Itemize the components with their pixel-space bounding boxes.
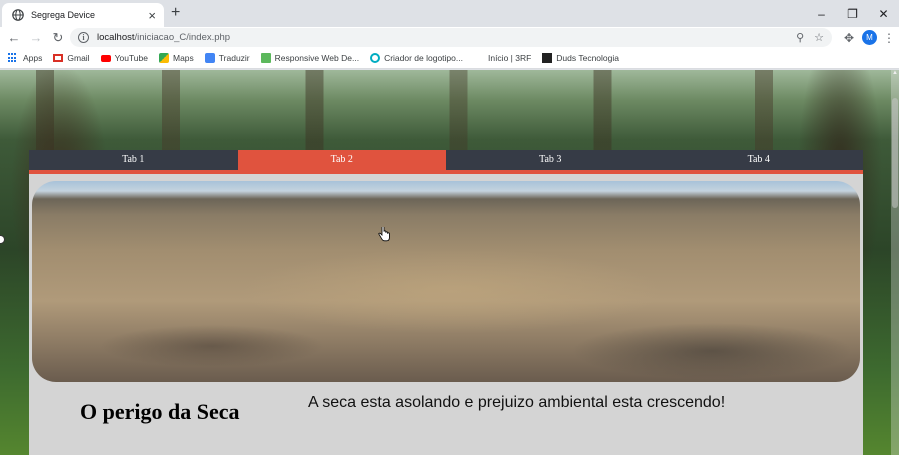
scroll-thumb[interactable] [892, 98, 898, 208]
bookmark-label: Gmail [67, 53, 90, 63]
bookmark-youtube[interactable]: YouTube [100, 53, 148, 63]
bookmark-label: Traduzir [218, 53, 250, 63]
minimize-icon[interactable]: – [806, 0, 837, 27]
browser-tabstrip: Segrega Device × + – ❐ ✕ [0, 0, 899, 27]
panel-text: A seca esta asolando e prejuizo ambienta… [308, 394, 726, 411]
bookmark-label: YouTube [114, 53, 148, 63]
bookmark-maps[interactable]: Maps [158, 53, 194, 63]
tab-3[interactable]: Tab 3 [446, 150, 655, 170]
kebab-menu-icon[interactable]: ⋮ [883, 31, 895, 45]
radio-marker [0, 235, 5, 244]
reload-icon[interactable]: ↻ [47, 31, 69, 44]
youtube-icon [100, 54, 111, 62]
close-tab-icon[interactable]: × [148, 9, 156, 22]
zoom-search-icon[interactable]: ⚲ [796, 31, 804, 44]
maps-icon [158, 53, 169, 63]
scroll-up-icon[interactable]: ▲ [891, 70, 899, 76]
bookmark-label: Apps [23, 53, 43, 63]
restore-icon[interactable]: ❐ [837, 0, 868, 27]
bookmark-logo-creator[interactable]: Criador de logotipo... [370, 53, 463, 63]
browser-tab-title: Segrega Device [31, 10, 96, 20]
logo-creator-icon [370, 53, 381, 63]
address-bar[interactable]: i localhost/iniciacao_C/index.php ⚲ ☆ [70, 28, 832, 47]
tab-bar: Tab 1 Tab 2 Tab 3 Tab 4 [29, 150, 863, 174]
bookmark-duds[interactable]: Duds Tecnologia [542, 53, 619, 63]
url-path: /iniciacao_C/index.php [134, 32, 231, 43]
profile-avatar[interactable]: M [862, 30, 877, 45]
forward-arrow-icon[interactable]: → [25, 31, 47, 44]
responsive-icon [260, 53, 271, 63]
browser-toolbar: ← → ↻ i localhost/iniciacao_C/index.php … [0, 27, 899, 48]
bookmarks-bar: Apps Gmail YouTube Maps Traduzir Respons… [0, 48, 899, 69]
hand-pointer-icon [378, 227, 390, 242]
window-controls: – ❐ ✕ [806, 0, 899, 27]
back-arrow-icon[interactable]: ← [3, 31, 25, 44]
apps-grid-icon [8, 53, 18, 63]
gmail-icon [53, 54, 64, 62]
close-window-icon[interactable]: ✕ [868, 0, 899, 27]
url-host: localhost [97, 32, 135, 43]
bookmark-traduzir[interactable]: Traduzir [204, 53, 250, 63]
drought-landscape-image [32, 181, 860, 382]
tab-1[interactable]: Tab 1 [29, 150, 238, 170]
translate-icon [204, 53, 215, 63]
bookmark-label: Maps [172, 53, 194, 63]
vertical-scrollbar[interactable]: ▲ [891, 70, 899, 455]
new-tab-icon[interactable]: + [171, 4, 180, 22]
bookmark-star-icon[interactable]: ☆ [814, 31, 824, 44]
bookmark-label: Duds Tecnologia [556, 53, 619, 63]
panel-heading: O perigo da Seca [80, 399, 240, 424]
tab-2[interactable]: Tab 2 [237, 150, 446, 170]
globe-icon [12, 9, 24, 21]
bookmark-responsive[interactable]: Responsive Web De... [260, 53, 360, 63]
info-icon[interactable]: i [78, 32, 89, 43]
bookmark-label: Criador de logotipo... [384, 53, 463, 63]
bookmark-label: Início | 3RF [487, 53, 532, 63]
url-text[interactable]: localhost/iniciacao_C/index.php [97, 32, 786, 43]
bookmark-inicio[interactable]: Início | 3RF [488, 53, 531, 63]
duds-icon [542, 53, 553, 63]
bookmark-apps[interactable]: Apps [8, 53, 42, 63]
bookmark-label: Responsive Web De... [274, 53, 360, 63]
bookmark-gmail[interactable]: Gmail [53, 53, 90, 63]
tab-4[interactable]: Tab 4 [655, 150, 864, 170]
browser-tab[interactable]: Segrega Device × [2, 3, 164, 27]
extensions-puzzle-icon[interactable]: ✥ [844, 31, 854, 45]
